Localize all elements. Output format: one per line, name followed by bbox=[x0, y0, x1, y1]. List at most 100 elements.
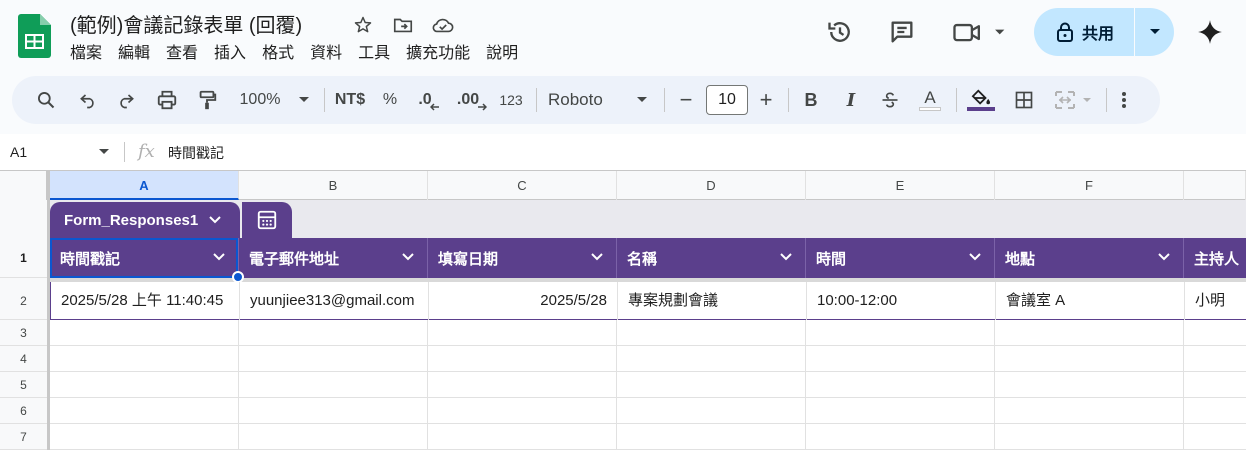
cell-a2[interactable]: 2025/5/28 上午 11:40:45 bbox=[51, 282, 240, 320]
column-header-g[interactable] bbox=[1184, 171, 1246, 200]
header-cell-location[interactable]: 地點 bbox=[995, 238, 1184, 278]
name-box-caret-icon[interactable] bbox=[98, 148, 110, 156]
number-format-button[interactable]: 123 bbox=[496, 76, 526, 124]
menu-insert[interactable]: 插入 bbox=[206, 42, 254, 66]
table-row[interactable] bbox=[50, 346, 1246, 372]
header-cell-date[interactable]: 填寫日期 bbox=[428, 238, 617, 278]
undo-icon[interactable] bbox=[76, 76, 100, 124]
share-label: 共用 bbox=[1082, 26, 1115, 43]
star-icon[interactable] bbox=[350, 12, 376, 38]
chevron-down-icon[interactable] bbox=[779, 250, 793, 264]
currency-format-button[interactable]: NT$ bbox=[332, 76, 368, 124]
row-header-2[interactable]: 2 bbox=[0, 282, 47, 320]
fill-color-icon[interactable] bbox=[966, 76, 996, 124]
column-header-d[interactable]: D bbox=[617, 171, 806, 200]
table-row[interactable] bbox=[50, 398, 1246, 424]
chevron-down-icon[interactable] bbox=[590, 250, 604, 264]
font-size-input[interactable]: 10 bbox=[706, 85, 748, 115]
row-header-4[interactable]: 4 bbox=[0, 346, 47, 372]
row-header-1[interactable]: 1 bbox=[0, 238, 47, 278]
text-color-label: A bbox=[924, 88, 936, 107]
decrease-font-size-button[interactable]: − bbox=[674, 76, 698, 124]
font-caret-icon[interactable] bbox=[634, 76, 650, 124]
row-header-5[interactable]: 5 bbox=[0, 372, 47, 398]
menu-tools[interactable]: 工具 bbox=[350, 42, 398, 66]
menu-file[interactable]: 檔案 bbox=[70, 42, 110, 66]
name-box[interactable]: A1 bbox=[10, 144, 27, 160]
header-label: 主持人 bbox=[1194, 250, 1240, 268]
header-cell-time[interactable]: 時間 bbox=[806, 238, 995, 278]
cell-c2[interactable]: 2025/5/28 bbox=[429, 282, 618, 320]
table-calculator-icon[interactable] bbox=[242, 202, 292, 238]
row-header-3[interactable]: 3 bbox=[0, 320, 47, 346]
cell-g2[interactable]: 小明 bbox=[1185, 282, 1246, 320]
header-label: 填寫日期 bbox=[438, 250, 499, 268]
comments-icon[interactable] bbox=[882, 12, 922, 52]
menu-view[interactable]: 查看 bbox=[158, 42, 206, 66]
redo-icon[interactable] bbox=[114, 76, 138, 124]
share-button[interactable]: 共用 bbox=[1034, 8, 1174, 56]
menu-edit[interactable]: 編輯 bbox=[110, 42, 158, 66]
column-header-e[interactable]: E bbox=[806, 171, 995, 200]
cell-selection-outline bbox=[50, 238, 238, 278]
table-row: 2025/5/28 上午 11:40:45 yuunjiee313@gmail.… bbox=[50, 282, 1246, 320]
cloud-saved-icon[interactable] bbox=[430, 12, 456, 38]
zoom-caret-icon[interactable] bbox=[296, 76, 312, 124]
header-cell-host[interactable]: 主持人 bbox=[1184, 238, 1246, 278]
percent-format-button[interactable]: % bbox=[378, 76, 402, 124]
move-folder-icon[interactable] bbox=[390, 12, 416, 38]
meet-call-icon[interactable] bbox=[948, 12, 1012, 52]
header-cell-name[interactable]: 名稱 bbox=[617, 238, 806, 278]
select-all-corner[interactable] bbox=[0, 171, 50, 200]
font-family-select[interactable]: Roboto bbox=[548, 76, 618, 124]
menu-help[interactable]: 說明 bbox=[478, 42, 526, 66]
cell-d2[interactable]: 專案規劃會議 bbox=[618, 282, 807, 320]
strikethrough-icon[interactable] bbox=[878, 76, 902, 124]
column-header-b[interactable]: B bbox=[239, 171, 428, 200]
chevron-down-icon[interactable] bbox=[1157, 250, 1171, 264]
search-menus-icon[interactable] bbox=[34, 76, 58, 124]
increase-decimal-button[interactable]: .00 bbox=[454, 76, 490, 124]
column-header-f[interactable]: F bbox=[995, 171, 1184, 200]
menu-format[interactable]: 格式 bbox=[254, 42, 302, 66]
table-row[interactable] bbox=[50, 372, 1246, 398]
table-name-chip[interactable]: Form_Responses1 bbox=[50, 202, 240, 238]
sheets-logo-icon[interactable] bbox=[18, 14, 51, 58]
menu-data[interactable]: 資料 bbox=[302, 42, 350, 66]
cell-e2[interactable]: 10:00-12:00 bbox=[807, 282, 996, 320]
chevron-down-icon[interactable] bbox=[968, 250, 982, 264]
share-options-caret-icon[interactable] bbox=[1135, 8, 1174, 56]
increase-decimal-label: .00 bbox=[456, 91, 480, 108]
table-row[interactable] bbox=[50, 424, 1246, 450]
decrease-decimal-button[interactable]: .0 bbox=[414, 76, 444, 124]
title-bar: (範例)會議記錄表單 (回覆) 檔案 編輯 查看 插入 格式 資料 工具 擴充功… bbox=[0, 0, 1246, 72]
print-icon[interactable] bbox=[154, 76, 180, 124]
column-header-c[interactable]: C bbox=[428, 171, 617, 200]
text-color-button[interactable]: A bbox=[918, 76, 942, 124]
fx-icon: fx bbox=[138, 141, 155, 162]
gemini-sparkle-icon[interactable] bbox=[1190, 12, 1230, 52]
document-title[interactable]: (範例)會議記錄表單 (回覆) bbox=[70, 9, 302, 38]
cell-b2[interactable]: yuunjiee313@gmail.com bbox=[240, 282, 429, 320]
formula-input[interactable]: 時間戳記 bbox=[168, 143, 224, 163]
increase-font-size-button[interactable]: + bbox=[754, 76, 778, 124]
header-cell-email[interactable]: 電子郵件地址 bbox=[239, 238, 428, 278]
spreadsheet-grid[interactable]: A B C D E F 1 2 3 4 5 6 7 Form_Responses… bbox=[0, 170, 1246, 450]
header-label: 地點 bbox=[1005, 250, 1036, 268]
row-header-7[interactable]: 7 bbox=[0, 424, 47, 450]
zoom-select[interactable]: 100% bbox=[234, 76, 286, 124]
italic-button[interactable]: I bbox=[840, 76, 862, 124]
merge-cells-icon bbox=[1052, 76, 1098, 124]
menu-extensions[interactable]: 擴充功能 bbox=[398, 42, 478, 66]
paint-format-icon[interactable] bbox=[194, 76, 220, 124]
menu-bar: 檔案 編輯 查看 插入 格式 資料 工具 擴充功能 說明 bbox=[70, 42, 526, 66]
row-header-6[interactable]: 6 bbox=[0, 398, 47, 424]
column-header-a[interactable]: A bbox=[50, 171, 239, 200]
version-history-icon[interactable] bbox=[820, 12, 860, 52]
table-row[interactable] bbox=[50, 320, 1246, 346]
cell-f2[interactable]: 會議室 A bbox=[996, 282, 1185, 320]
bold-button[interactable]: B bbox=[800, 76, 822, 124]
chevron-down-icon[interactable] bbox=[401, 250, 415, 264]
borders-icon[interactable] bbox=[1012, 76, 1036, 124]
more-options-icon[interactable] bbox=[1116, 76, 1132, 124]
